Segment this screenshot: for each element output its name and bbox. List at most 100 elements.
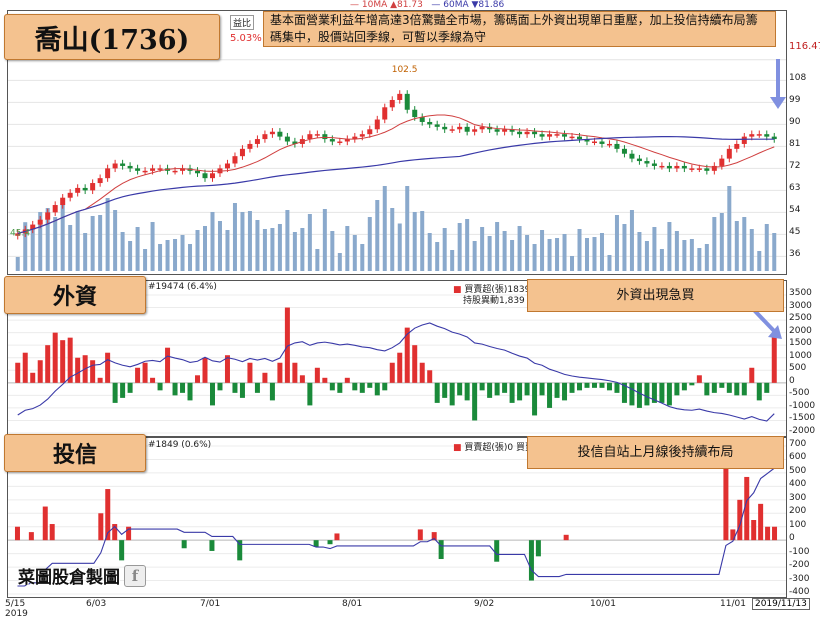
candle-body (756, 134, 762, 136)
ma-legend: — 10MA ▲81.73 — 60MA ▼81.86 (350, 0, 505, 10)
net-bar (90, 360, 96, 383)
candle-body (614, 143, 620, 149)
volume-bar (570, 256, 575, 271)
candle-body (232, 156, 238, 164)
net-bar (135, 367, 141, 383)
net-bar (472, 382, 478, 421)
candle-body (674, 165, 680, 169)
net-bar (172, 382, 178, 396)
volume-bar (495, 222, 500, 271)
net-bar (127, 382, 133, 393)
candle-body (277, 131, 283, 137)
foreign-hold: 持股異動1,839 (463, 296, 525, 306)
candle-body (562, 134, 568, 137)
candle-body (337, 141, 343, 144)
net-bar (584, 382, 590, 388)
volume-bar (719, 213, 724, 271)
volume-bar (712, 217, 717, 271)
y-tick-label: -2000 (789, 426, 816, 436)
net-bar (412, 345, 418, 383)
volume-bar (307, 214, 312, 271)
foreign-note: 外資出現急買 (527, 279, 784, 312)
net-bar (606, 382, 612, 391)
net-bar (479, 382, 485, 391)
candle-body (464, 126, 470, 132)
net-bar (417, 529, 423, 541)
volume-bar (734, 221, 739, 271)
net-bar (367, 382, 373, 388)
volume-bar (315, 249, 320, 271)
net-bar (142, 362, 148, 383)
net-bar (674, 382, 680, 396)
volume-bar (135, 227, 140, 271)
volume-bar (367, 217, 372, 271)
net-bar (577, 382, 583, 391)
volume-bar (60, 203, 65, 271)
volume-bar (188, 244, 193, 271)
candle-body (254, 139, 260, 144)
candle-body (726, 148, 732, 159)
net-bar (438, 540, 444, 560)
net-bar (247, 362, 253, 383)
candle-body (427, 121, 433, 125)
volume-bar (158, 244, 163, 271)
net-bar (352, 382, 358, 391)
volume-bar (382, 186, 387, 271)
volume-bar (210, 212, 215, 271)
candle-body (524, 131, 530, 135)
y-tick-label: 45 (789, 227, 801, 238)
stock-title: 喬山(1736) (4, 14, 220, 60)
candle-body (644, 161, 650, 164)
volume-bar (652, 227, 657, 271)
trust-note: 投信自站上月線後持續布局 (527, 436, 784, 469)
x-tick-label: 10/01 (590, 599, 616, 609)
net-bar (614, 382, 620, 393)
volume-bar (599, 233, 604, 271)
ma10-legend: 10MA ▲81.73 (361, 0, 423, 10)
corner-label: 益比 (230, 15, 255, 30)
volume-bar (540, 230, 545, 271)
candle-body (681, 165, 687, 169)
net-bar (711, 382, 717, 393)
volume-bar (53, 217, 58, 271)
candle-body (90, 183, 96, 191)
date-badge: 2019/11/13 (752, 598, 810, 610)
net-bar (292, 362, 298, 383)
volume-bar (300, 228, 305, 271)
candle-body (547, 134, 553, 137)
net-bar (42, 506, 48, 541)
net-bar (337, 382, 343, 393)
candle-body (269, 131, 275, 135)
candle-body (135, 168, 141, 171)
candle-body (449, 129, 455, 131)
volume-bar (360, 244, 365, 271)
net-bar (157, 382, 163, 391)
facebook-icon[interactable]: f (124, 564, 146, 587)
volume-bar (225, 230, 230, 271)
net-bar (528, 540, 534, 581)
candle-body (224, 163, 230, 169)
y-tick-label: 54 (789, 205, 801, 216)
trust-header: #1849 (0.6%) (148, 440, 212, 450)
net-bar (187, 382, 193, 401)
volume-bar (532, 244, 537, 271)
net-bar (181, 540, 187, 549)
candle-body (764, 134, 770, 137)
net-bar (494, 540, 500, 562)
volume-bar (480, 227, 485, 271)
y-tick-label: -1000 (789, 400, 816, 411)
volume-bar (397, 223, 402, 271)
y-tick-label: 108 (789, 73, 807, 84)
foreign-header: #19474 (6.4%) (148, 282, 217, 292)
net-bar (327, 540, 333, 545)
candle-body (696, 168, 702, 170)
net-bar (457, 382, 463, 396)
net-bar (217, 382, 223, 391)
volume-bar (75, 211, 80, 271)
candle-body (539, 134, 545, 137)
net-bar (681, 382, 687, 391)
volume-bar (742, 217, 747, 271)
candle-body (382, 107, 388, 120)
net-bar (689, 382, 695, 386)
net-bar (37, 360, 43, 383)
